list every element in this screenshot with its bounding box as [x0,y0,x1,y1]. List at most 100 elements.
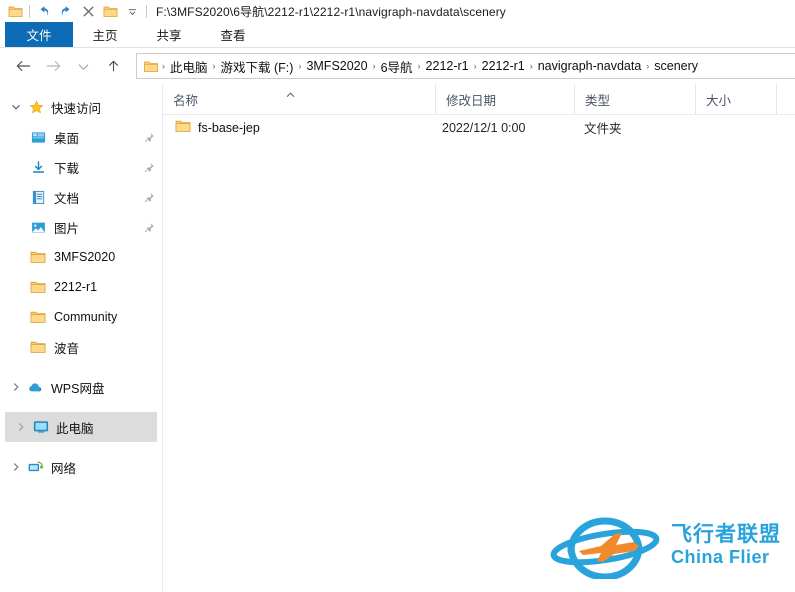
breadcrumb-item-4[interactable]: 2212-r1 [422,59,473,73]
navigation-pane: 快速访问 桌面 下载 文档 图片 3MFS2020 2212-r1 Commun… [0,84,163,592]
sidebar-item-community[interactable]: Community [0,302,162,332]
file-name-label: fs-base-jep [198,120,260,135]
forward-button[interactable] [38,52,68,80]
chevron-right-icon[interactable] [6,462,26,472]
pc-icon [31,420,51,434]
title-bar: F:\3MFS2020\6导航\2212-r1\2212-r1\navigrap… [0,0,795,22]
breadcrumb-item-2[interactable]: 3MFS2020 [302,59,371,73]
column-header-name[interactable]: 名称 [163,84,435,114]
breadcrumb-item-7[interactable]: scenery [650,59,702,73]
sidebar-item-label: 快速访问 [51,101,102,116]
recent-locations-button[interactable] [68,52,98,80]
tab-view[interactable]: 查看 [201,22,265,47]
download-icon [28,160,48,175]
sidebar-item-label: 2212-r1 [54,280,98,294]
column-headers: 名称 修改日期 类型 大小 [163,84,795,115]
star-icon [26,99,46,115]
address-folder-icon [143,60,159,73]
ribbon-tab-bar: 文件 主页 共享 查看 [0,22,795,48]
column-header-size[interactable]: 大小 [695,84,776,114]
sidebar-item-downloads[interactable]: 下载 [0,152,162,182]
breadcrumb-item-6[interactable]: navigraph-navdata [534,59,646,73]
folder-icon [28,310,48,324]
column-header-filler [776,84,795,114]
column-header-modified[interactable]: 修改日期 [435,84,574,114]
file-name-cell[interactable]: fs-base-jep [163,119,435,136]
sidebar-item-quick-access[interactable]: 快速访问 [0,92,162,122]
sidebar-item-3mfs2020[interactable]: 3MFS2020 [0,242,162,272]
desktop-icon [28,130,48,145]
sidebar-item-this-pc[interactable]: 此电脑 [5,412,157,442]
chevron-right-icon[interactable] [6,382,26,392]
sidebar-item-label: Community [54,310,118,324]
chevron-down-icon[interactable] [121,1,143,21]
redo-icon[interactable] [55,1,77,21]
sidebar-item-2212-r1[interactable]: 2212-r1 [0,272,162,302]
sidebar-item-label: WPS网盘 [51,381,105,396]
pictures-icon [28,220,48,235]
folder-icon [175,119,191,136]
network-icon [26,460,46,474]
quick-access-toolbar [4,1,150,21]
pin-icon[interactable] [141,222,157,233]
chevron-right-icon[interactable] [11,422,31,432]
column-header-label: 类型 [585,93,611,108]
pin-icon[interactable] [141,162,157,173]
sidebar-item-label: 桌面 [54,131,80,146]
undo-icon[interactable] [33,1,55,21]
address-bar[interactable]: › 此电脑 › 游戏下载 (F:) › 3MFS2020 › 6导航 › 221… [136,53,795,79]
sidebar-item-label: 此电脑 [56,421,94,436]
back-button[interactable] [8,52,38,80]
table-row[interactable]: fs-base-jep 2022/12/1 0:00 文件夹 [163,115,795,140]
sort-ascending-icon [286,87,295,101]
sidebar-item-documents[interactable]: 文档 [0,182,162,212]
explorer-body: 快速访问 桌面 下载 文档 图片 3MFS2020 2212-r1 Commun… [0,84,795,592]
sidebar-item-label: 图片 [54,221,80,236]
toolbar-separator-1 [29,4,30,18]
file-rows: fs-base-jep 2022/12/1 0:00 文件夹 [163,115,795,592]
column-header-label: 大小 [706,93,732,108]
folder-icon [28,250,48,264]
breadcrumb-item-0[interactable]: 此电脑 [166,57,212,76]
tab-home[interactable]: 主页 [73,22,137,47]
documents-icon [28,190,48,205]
sidebar-item-label: 下载 [54,161,80,176]
sidebar-item-label: 波音 [54,341,80,356]
breadcrumb-item-3[interactable]: 6导航 [377,57,417,76]
sidebar-item-network[interactable]: 网络 [0,452,162,482]
sidebar-item-label: 网络 [51,461,77,476]
sidebar-item-label: 3MFS2020 [54,250,116,264]
folder-icon [28,340,48,354]
file-list-pane: 名称 修改日期 类型 大小 fs-base-jep 2022/12/1 0:00… [163,84,795,592]
toolbar-separator-2 [146,4,147,18]
folder-icon [28,280,48,294]
sidebar-item-boeing[interactable]: 波音 [0,332,162,362]
folder-icon[interactable] [4,1,26,21]
pin-icon[interactable] [141,192,157,203]
cloud-icon [26,381,46,394]
pin-icon[interactable] [141,132,157,143]
column-header-label: 修改日期 [446,93,497,108]
up-button[interactable] [98,52,128,80]
tab-file[interactable]: 文件 [5,22,73,47]
window-title-path: F:\3MFS2020\6导航\2212-r1\2212-r1\navigrap… [156,4,506,19]
sidebar-item-pictures[interactable]: 图片 [0,212,162,242]
breadcrumb-item-1[interactable]: 游戏下载 (F:) [217,57,298,76]
file-modified-cell: 2022/12/1 0:00 [442,120,526,135]
delete-icon[interactable] [77,1,99,21]
sidebar-item-label: 文档 [54,191,80,206]
file-explorer-window: F:\3MFS2020\6导航\2212-r1\2212-r1\navigrap… [0,0,795,592]
new-folder-icon[interactable] [99,1,121,21]
sidebar-item-wps-cloud[interactable]: WPS网盘 [0,372,162,402]
chevron-down-icon[interactable] [6,102,26,112]
column-header-label: 名称 [173,93,199,108]
breadcrumb-item-5[interactable]: 2212-r1 [478,59,529,73]
navigation-bar: › 此电脑 › 游戏下载 (F:) › 3MFS2020 › 6导航 › 221… [0,48,795,84]
file-type-cell: 文件夹 [584,122,622,136]
tab-share[interactable]: 共享 [137,22,201,47]
column-header-type[interactable]: 类型 [574,84,695,114]
sidebar-item-desktop[interactable]: 桌面 [0,122,162,152]
